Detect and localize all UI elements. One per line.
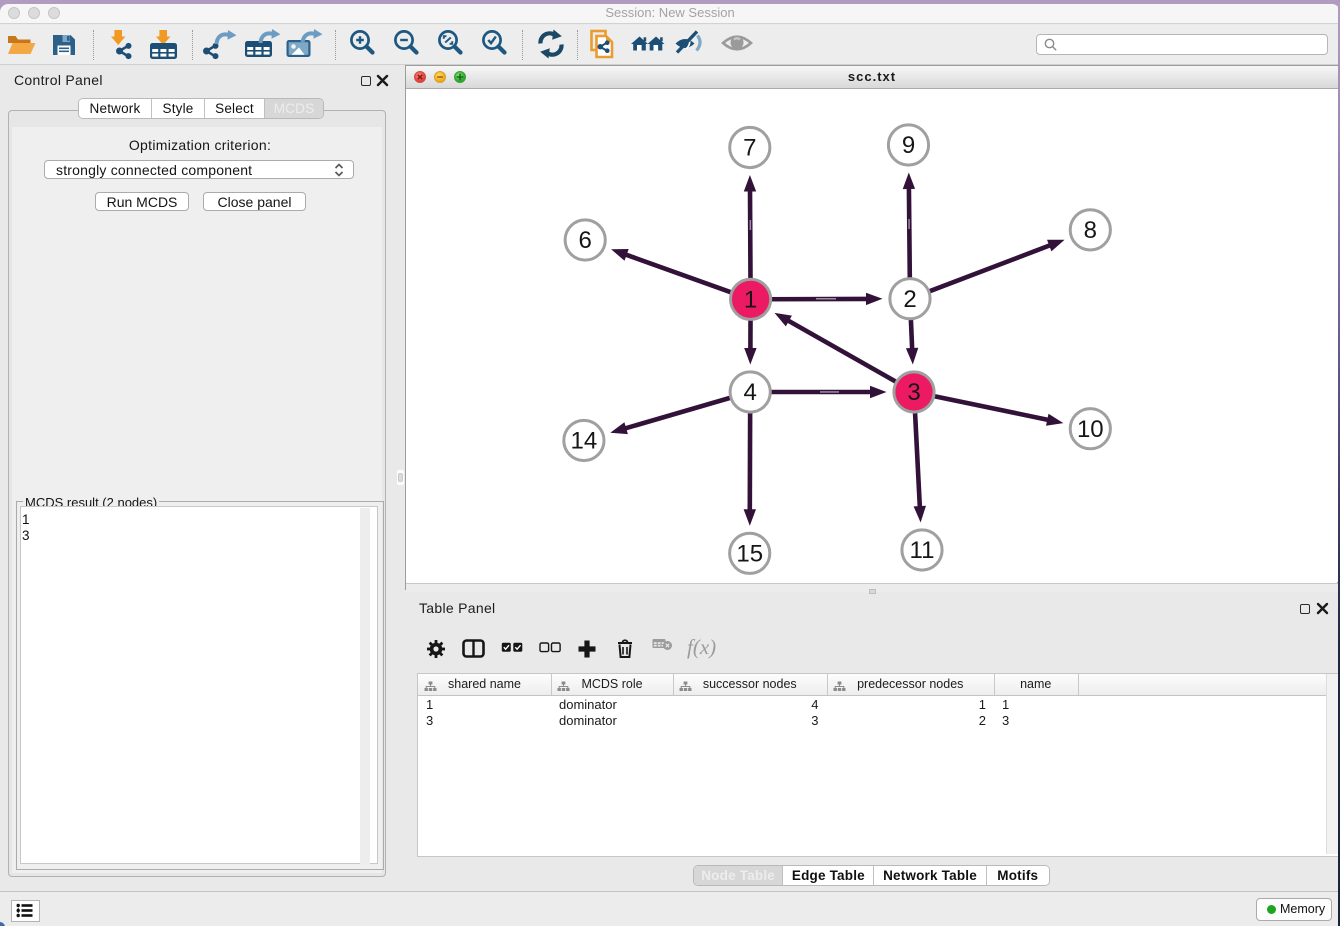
svg-text:10: 10 (1077, 416, 1104, 443)
svg-text:7: 7 (743, 135, 756, 162)
svg-text:4: 4 (744, 379, 757, 406)
svg-text:3: 3 (907, 379, 920, 406)
svg-text:11: 11 (910, 537, 935, 564)
svg-text:8: 8 (1084, 217, 1097, 244)
svg-text:6: 6 (579, 227, 592, 254)
svg-text:9: 9 (902, 132, 915, 159)
svg-text:1: 1 (744, 287, 757, 314)
svg-text:2: 2 (903, 286, 916, 313)
svg-text:15: 15 (736, 541, 763, 568)
svg-text:14: 14 (571, 428, 598, 455)
